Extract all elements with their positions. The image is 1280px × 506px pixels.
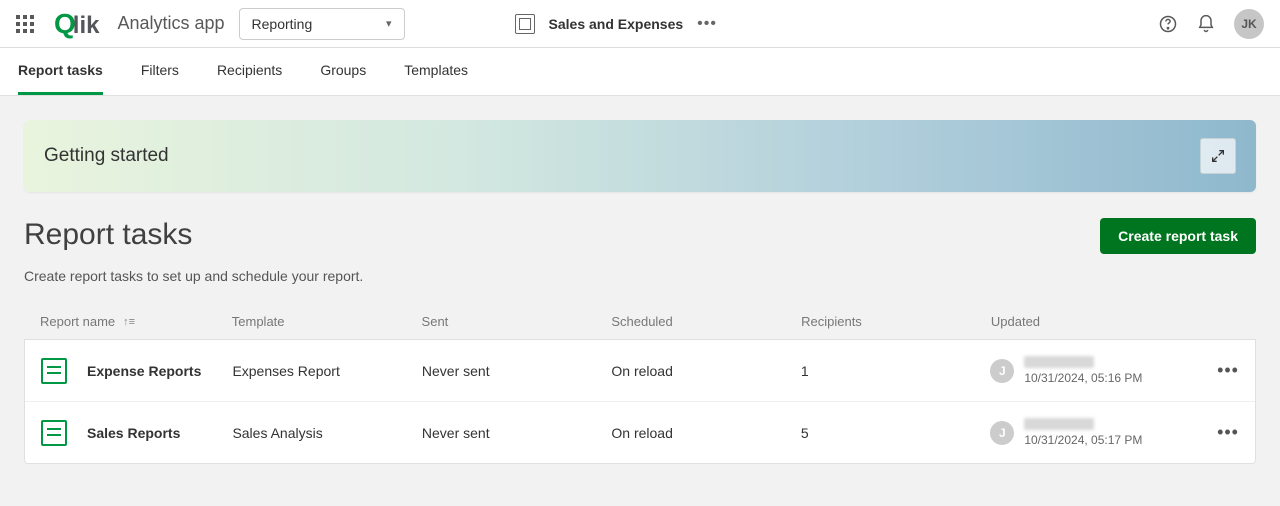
row-recipients: 1 (801, 363, 990, 379)
col-report-name[interactable]: Report name ↑≡ (40, 314, 232, 329)
app-name: Analytics app (117, 13, 224, 34)
banner-title: Getting started (44, 145, 169, 167)
user-avatar[interactable]: JK (1234, 9, 1264, 39)
tab-recipients[interactable]: Recipients (217, 48, 282, 95)
table-row[interactable]: Expense Reports Expenses Report Never se… (25, 340, 1255, 402)
updated-avatar: J (990, 359, 1014, 383)
page-title: Report tasks (24, 218, 192, 252)
report-icon (41, 420, 67, 446)
getting-started-banner: Getting started (24, 120, 1256, 192)
chevron-down-icon: ▾ (386, 17, 392, 30)
row-updated: J 10/31/2024, 05:16 PM (990, 356, 1179, 385)
create-report-task-button[interactable]: Create report task (1100, 218, 1256, 254)
row-actions-menu[interactable]: ••• (1180, 422, 1239, 443)
notifications-icon[interactable] (1196, 14, 1216, 34)
row-name: Sales Reports (87, 425, 180, 441)
row-template: Expenses Report (232, 363, 421, 379)
row-sent: Never sent (422, 425, 611, 441)
table-row[interactable]: Sales Reports Sales Analysis Never sent … (25, 402, 1255, 463)
row-template: Sales Analysis (232, 425, 421, 441)
col-recipients[interactable]: Recipients (801, 314, 991, 329)
sheet-icon (515, 14, 535, 34)
tab-templates[interactable]: Templates (404, 48, 468, 95)
updated-user-redacted (1024, 418, 1094, 430)
report-tasks-table: Report name ↑≡ Template Sent Scheduled R… (24, 304, 1256, 464)
updated-timestamp: 10/31/2024, 05:16 PM (1024, 371, 1142, 385)
row-sent: Never sent (422, 363, 611, 379)
app-launcher-icon[interactable] (16, 15, 34, 33)
sort-icon: ↑≡ (123, 316, 135, 328)
table-header: Report name ↑≡ Template Sent Scheduled R… (24, 304, 1256, 340)
tab-filters[interactable]: Filters (141, 48, 179, 95)
report-icon (41, 358, 67, 384)
section-dropdown-value: Reporting (252, 16, 313, 32)
tab-groups[interactable]: Groups (320, 48, 366, 95)
col-template[interactable]: Template (232, 314, 422, 329)
sheet-name: Sales and Expenses (549, 16, 684, 32)
section-dropdown[interactable]: Reporting ▾ (239, 8, 405, 40)
updated-user-redacted (1024, 356, 1094, 368)
updated-avatar: J (990, 421, 1014, 445)
col-updated[interactable]: Updated (991, 314, 1181, 329)
row-scheduled: On reload (611, 363, 800, 379)
row-name: Expense Reports (87, 363, 201, 379)
page-subtitle: Create report tasks to set up and schedu… (24, 268, 1256, 284)
updated-timestamp: 10/31/2024, 05:17 PM (1024, 433, 1142, 447)
sheet-more-icon[interactable]: ••• (697, 15, 717, 33)
help-icon[interactable] (1158, 14, 1178, 34)
qlik-logo[interactable]: Qlik (54, 8, 99, 40)
sub-tabs: Report tasks Filters Recipients Groups T… (0, 48, 1280, 96)
tab-report-tasks[interactable]: Report tasks (18, 48, 103, 95)
row-scheduled: On reload (611, 425, 800, 441)
topbar: Qlik Analytics app Reporting ▾ Sales and… (0, 0, 1280, 48)
col-scheduled[interactable]: Scheduled (611, 314, 801, 329)
row-recipients: 5 (801, 425, 990, 441)
col-report-name-label: Report name (40, 314, 115, 329)
col-sent[interactable]: Sent (422, 314, 612, 329)
row-updated: J 10/31/2024, 05:17 PM (990, 418, 1179, 447)
row-actions-menu[interactable]: ••• (1180, 360, 1239, 381)
sheet-selector[interactable]: Sales and Expenses ••• (515, 14, 717, 34)
expand-banner-button[interactable] (1200, 138, 1236, 174)
